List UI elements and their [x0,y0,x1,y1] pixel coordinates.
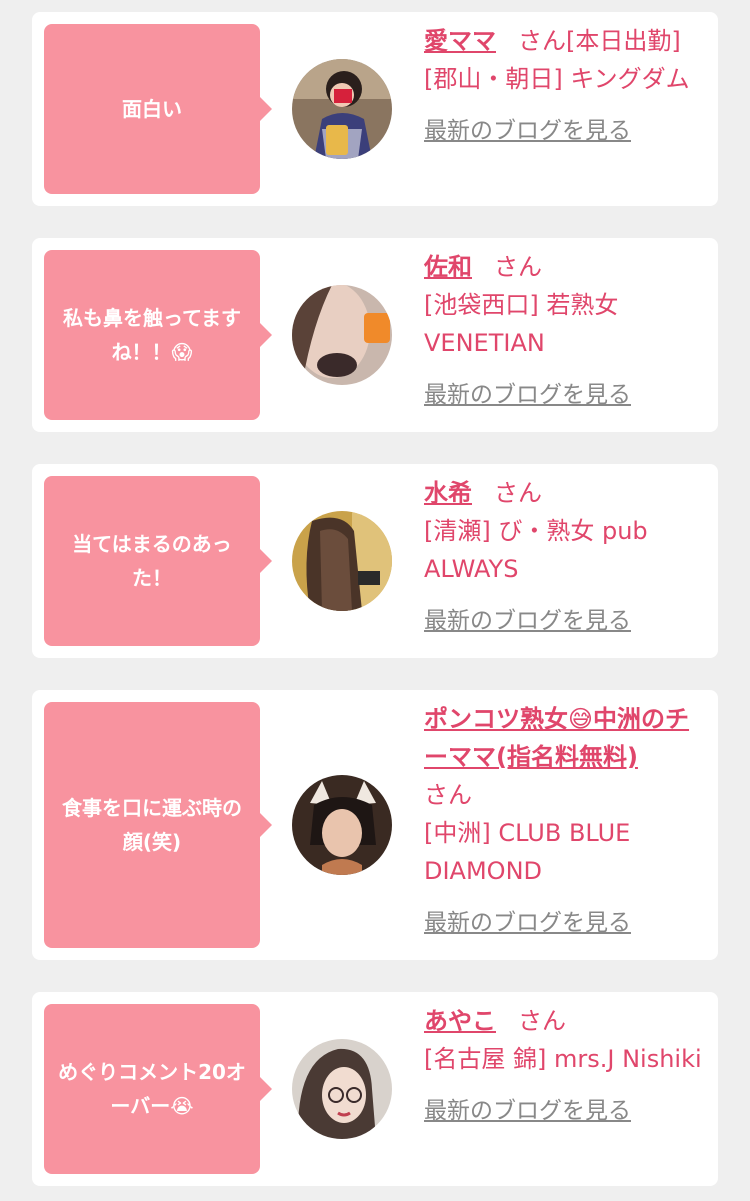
member-name-link[interactable]: 水希 [424,479,472,507]
member-info: あやこ さん [名古屋 錦] mrs.J Nishiki 最新のブログを見る [424,1002,704,1128]
comment-text: 私も鼻を触ってますね！！😱 [63,306,241,364]
shop-info: [名古屋 錦] mrs.J Nishiki [424,1045,702,1073]
member-name-link[interactable]: あやこ [424,1007,496,1035]
comment-bubble: 面白い [44,24,272,194]
woman-with-beer-avatar-icon[interactable] [292,59,392,159]
comment-text: 当てはまるのあった！ [72,532,232,590]
comment-text: 面白い [122,97,182,121]
member-info: 佐和 さん [池袋西口] 若熟女 VENETIAN 最新のブログを見る [424,248,704,412]
latest-blog-link[interactable]: 最新のブログを見る [424,604,704,638]
member-info: ポンコツ熟女😅中洲のチーママ(指名料無料) さん [中洲] CLUB BLUE … [424,700,704,940]
latest-blog-link[interactable]: 最新のブログを見る [424,906,704,940]
comment-list: 面白い 愛ママさん[本日出勤] [郡山・朝日] キングダム 最新のブログを見る [0,0,750,1201]
comment-text: めぐりコメント20オーバー😭 [58,1060,246,1118]
comment-text: 食事を口に運ぶ時の顔(笑) [62,796,242,854]
member-info: 愛ママ さん[本日出勤] [郡山・朝日] キングダム 最新のブログを見る [424,22,704,148]
shop-info: [池袋西口] 若熟女 VENETIAN [424,291,619,357]
comment-bubble: 私も鼻を触ってますね！！😱 [44,250,272,420]
shop-info: [郡山・朝日] キングダム [424,65,690,93]
shop-info: [清瀬] び・熟女 pub ALWAYS [424,517,648,583]
latest-blog-link[interactable]: 最新のブログを見る [424,378,704,412]
member-name-link[interactable]: 愛ママ [424,27,496,55]
list-item: 食事を口に運ぶ時の顔(笑) ポンコツ熟女😅中洲のチーママ(指名料無料) さん [… [32,690,718,960]
comment-bubble: めぐりコメント20オーバー😭 [44,1004,272,1174]
member-suffix: さん [518,1007,566,1035]
member-name-link[interactable]: ポンコツ熟女😅中洲のチーママ(指名料無料) [424,705,689,771]
list-item: めぐりコメント20オーバー😭 あやこ さん [名古屋 錦] mrs.J Nishi… [32,992,718,1186]
list-item: 当てはまるのあった！ 水希 さん [清瀬] び・熟女 pub ALWAYS 最新の… [32,464,718,658]
latest-blog-link[interactable]: 最新のブログを見る [424,114,704,148]
member-suffix: さん [494,253,542,281]
list-item: 面白い 愛ママ さん[本日出勤] [郡山・朝日] キングダム 最新のブログを見る [32,12,718,206]
shop-info: [中洲] CLUB BLUE DIAMOND [424,819,631,885]
comment-bubble: 当てはまるのあった！ [44,476,272,646]
member-suffix: さん[本日出勤] [518,27,681,55]
woman-cat-ears-avatar-icon[interactable] [292,775,392,875]
woman-long-hair-avatar-icon[interactable] [292,511,392,611]
member-suffix: さん [424,781,472,809]
woman-closeup-avatar-icon[interactable] [292,285,392,385]
member-suffix: さん [494,479,542,507]
latest-blog-link[interactable]: 最新のブログを見る [424,1094,704,1128]
member-info: 水希 さん [清瀬] び・熟女 pub ALWAYS 最新のブログを見る [424,474,704,638]
member-name-link[interactable]: 佐和 [424,253,472,281]
comment-bubble: 食事を口に運ぶ時の顔(笑) [44,702,272,948]
list-item: 私も鼻を触ってますね！！😱 佐和 さん [池袋西口] 若熟女 VENETIAN 最… [32,238,718,432]
woman-glasses-avatar-icon[interactable] [292,1039,392,1139]
